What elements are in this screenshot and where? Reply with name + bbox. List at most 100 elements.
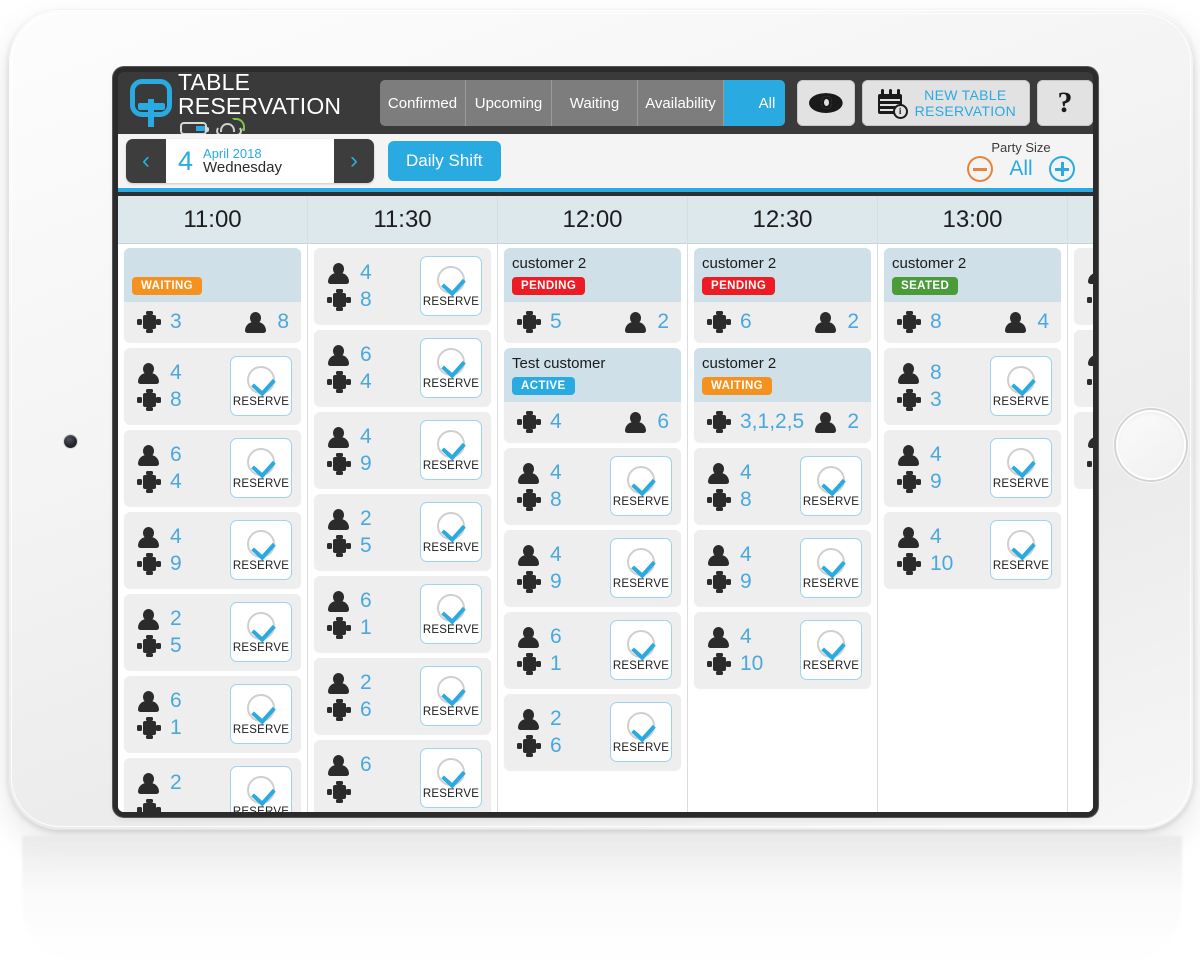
eye-icon xyxy=(809,93,843,113)
table-icon xyxy=(136,634,162,657)
daily-shift-button[interactable]: Daily Shift xyxy=(388,141,501,181)
next-day-button[interactable]: › xyxy=(334,139,374,183)
guest-metric: 4 xyxy=(706,461,752,484)
available-slot-card[interactable]: 6 4 RESERVE xyxy=(314,330,491,406)
slot-metrics: 64 xyxy=(326,343,372,393)
reserve-button[interactable]: RESERVE xyxy=(420,748,482,808)
available-slot-card[interactable]: 4 8 RESERVE xyxy=(124,348,301,424)
reserve-button[interactable]: RESERVE xyxy=(610,456,672,516)
reserve-button[interactable]: RESERVE xyxy=(230,356,292,416)
reserve-button[interactable]: RESERVE xyxy=(420,338,482,398)
guest-count: 6 xyxy=(170,442,182,466)
reservation-card-header: WAITING xyxy=(124,248,301,302)
reserve-button[interactable]: RESERVE xyxy=(230,684,292,744)
reserve-button[interactable]: RESERVE xyxy=(990,520,1052,580)
view-toggle-button[interactable] xyxy=(796,80,855,126)
person-icon xyxy=(136,526,162,548)
prev-day-button[interactable]: ‹ xyxy=(126,139,166,183)
reserve-button[interactable]: RESERVE xyxy=(800,620,862,680)
available-slot-card[interactable]: 4 8 RESERVE xyxy=(314,248,491,324)
reservation-card[interactable]: customer 2 PENDING 6 2 xyxy=(694,248,871,342)
reserve-button[interactable]: RESERVE xyxy=(610,702,672,762)
available-slot-card[interactable]: 8 3 RESERVE xyxy=(884,348,1061,424)
current-date[interactable]: 4 April 2018 Wednesday xyxy=(166,147,334,176)
tablet-reflection xyxy=(22,836,1182,964)
reserve-button[interactable]: RESERVE xyxy=(990,438,1052,498)
available-slot-card[interactable]: RESERVE xyxy=(1074,330,1093,406)
table-icon xyxy=(896,388,922,411)
available-slot-card[interactable]: 4 9 RESERVE xyxy=(504,530,681,606)
reserve-button[interactable]: RESERVE xyxy=(990,356,1052,416)
table-number: 9 xyxy=(360,451,372,475)
available-slot-card[interactable]: 6 1 RESERVE xyxy=(124,676,301,752)
reservation-card[interactable]: customer 2 WAITING 3,1,2,5 2 xyxy=(694,348,871,442)
tab-availability[interactable]: Availability xyxy=(638,80,724,126)
available-slot-card[interactable]: RESERVE xyxy=(1074,248,1093,324)
reserve-button[interactable]: RESERVE xyxy=(420,502,482,562)
reserve-button[interactable]: RESERVE xyxy=(230,520,292,580)
table-number: 8 xyxy=(930,310,942,333)
reserve-button[interactable]: RESERVE xyxy=(800,456,862,516)
app-title: TABLE RESERVATION xyxy=(178,72,342,119)
available-slot-card[interactable]: 4 10 RESERVE xyxy=(884,512,1061,588)
reserve-button[interactable]: RESERVE xyxy=(230,438,292,498)
table-icon xyxy=(326,370,352,393)
reservation-card[interactable]: customer 2 PENDING 5 2 xyxy=(504,248,681,342)
tab-confirmed[interactable]: Confirmed xyxy=(380,80,466,126)
tab-upcoming[interactable]: Upcoming xyxy=(466,80,552,126)
available-slot-card[interactable]: 4 9 RESERVE xyxy=(124,512,301,588)
available-slot-card[interactable]: 6 RESERVE xyxy=(314,740,491,812)
home-button[interactable] xyxy=(1113,407,1189,483)
available-slot-card[interactable]: 6 1 RESERVE xyxy=(314,576,491,652)
reservation-card[interactable]: Test customer ACTIVE 4 6 xyxy=(504,348,681,442)
available-slot-card[interactable]: 4 9 RESERVE xyxy=(694,530,871,606)
table-metric xyxy=(326,780,372,803)
reservation-card-metrics: 62 xyxy=(694,302,871,342)
reserve-button[interactable]: RESERVE xyxy=(800,538,862,598)
available-slot-card[interactable]: 2 6 RESERVE xyxy=(314,658,491,734)
guest-count: 6 xyxy=(657,410,669,433)
reserve-button[interactable]: RESERVE xyxy=(610,620,672,680)
available-slot-card[interactable]: 2 5 RESERVE xyxy=(314,494,491,570)
table-number: 8 xyxy=(170,387,182,411)
tab-waiting[interactable]: Waiting xyxy=(552,80,638,126)
person-icon xyxy=(706,544,732,566)
reserve-button[interactable]: RESERVE xyxy=(420,666,482,726)
reserve-button[interactable]: RESERVE xyxy=(420,584,482,644)
available-slot-card[interactable]: 6 1 RESERVE xyxy=(504,612,681,688)
available-slot-card[interactable]: 2 6 RESERVE xyxy=(504,694,681,770)
reserve-label: RESERVE xyxy=(612,741,670,754)
check-circle-icon xyxy=(437,675,465,704)
available-slot-card[interactable]: 2 5 RESERVE xyxy=(124,594,301,670)
time-column: 12:30 customer 2 PENDING 6 2 customer 2 WAITIN… xyxy=(688,196,878,812)
person-icon xyxy=(136,690,162,712)
reservation-card[interactable]: customer 2 SEATED 8 4 xyxy=(884,248,1061,342)
guest-count: 4 xyxy=(740,624,752,648)
reserve-button[interactable]: RESERVE xyxy=(230,602,292,662)
table-metric: 10 xyxy=(896,552,953,575)
table-number: 4 xyxy=(550,410,562,433)
help-button[interactable]: ? xyxy=(1037,80,1093,126)
schedule-grid[interactable]: 11:00 WAITING 3 8 4 8 RESERVE 6 4 RESERVE 4 9 RESER… xyxy=(118,196,1093,812)
reservation-card[interactable]: WAITING 3 8 xyxy=(124,248,301,342)
available-slot-card[interactable]: 4 9 RESERVE xyxy=(314,412,491,488)
plus-circle-icon[interactable] xyxy=(1049,156,1075,182)
person-icon xyxy=(813,411,839,433)
guest-count: 6 xyxy=(360,752,372,776)
reserve-button[interactable]: RESERVE xyxy=(230,766,292,812)
available-slot-card[interactable]: 4 9 RESERVE xyxy=(884,430,1061,506)
available-slot-card[interactable]: 2 RESERVE xyxy=(124,758,301,812)
available-slot-card[interactable]: RESERVE xyxy=(1074,412,1093,488)
tab-all[interactable]: All xyxy=(724,80,785,126)
table-number: 6 xyxy=(740,310,752,333)
available-slot-card[interactable]: 4 8 RESERVE xyxy=(504,448,681,524)
available-slot-card[interactable]: 4 8 RESERVE xyxy=(694,448,871,524)
reserve-button[interactable]: RESERVE xyxy=(610,538,672,598)
available-slot-card[interactable]: 4 10 RESERVE xyxy=(694,612,871,688)
new-table-reservation-button[interactable]: i NEW TABLE RESERVATION xyxy=(861,80,1030,126)
minus-circle-icon[interactable] xyxy=(967,156,993,182)
reserve-button[interactable]: RESERVE xyxy=(420,256,482,316)
reserve-button[interactable]: RESERVE xyxy=(420,420,482,480)
table-number: 9 xyxy=(550,569,562,593)
available-slot-card[interactable]: 6 4 RESERVE xyxy=(124,430,301,506)
